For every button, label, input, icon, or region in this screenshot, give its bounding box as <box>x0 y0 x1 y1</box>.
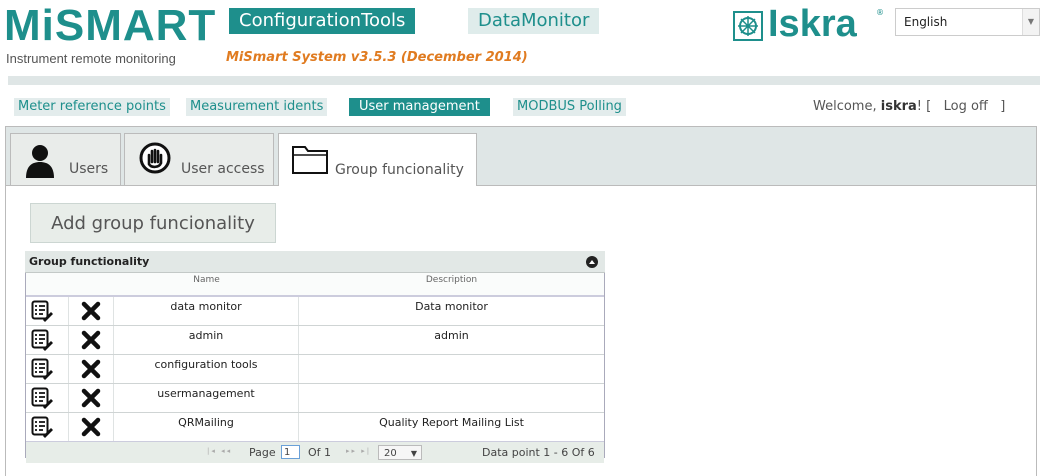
edit-list-icon[interactable] <box>31 387 53 409</box>
registered-mark: ® <box>876 8 884 17</box>
delete-x-icon[interactable] <box>81 388 101 408</box>
grid-title: Group functionality <box>25 251 605 273</box>
pager-page-size-select[interactable]: 20 ▼ <box>378 445 422 460</box>
language-select[interactable]: English ▼ <box>895 8 1040 36</box>
pager-first-prev-icon[interactable]: |◂ ◂◂ <box>207 447 232 455</box>
nav-meter-reference-points[interactable]: Meter reference points <box>14 98 170 116</box>
edit-cell <box>26 355 69 383</box>
edit-cell <box>26 413 69 441</box>
folder-icon <box>292 146 328 174</box>
user-icon <box>26 145 54 178</box>
version-text: MiSmart System v3.5.3 (December 2014) <box>226 50 528 65</box>
welcome-prefix: Welcome, <box>813 99 877 114</box>
name-cell: data monitor <box>114 297 299 325</box>
description-cell <box>299 355 604 383</box>
app-tab-configuration-tools[interactable]: ConfigurationTools <box>229 8 416 34</box>
app-tab-data-monitor[interactable]: DataMonitor <box>468 8 600 34</box>
description-cell <box>299 384 604 412</box>
delete-x-icon[interactable] <box>81 301 101 321</box>
delete-cell <box>69 355 114 383</box>
language-value: English <box>904 15 948 29</box>
tab-users-label: Users <box>69 161 109 177</box>
column-header-name[interactable]: Name <box>114 273 300 295</box>
edit-list-icon[interactable] <box>31 358 53 380</box>
chevron-down-icon[interactable]: ▼ <box>411 446 417 461</box>
name-cell: usermanagement <box>114 384 299 412</box>
welcome-username: iskra <box>880 99 917 114</box>
add-group-funcionality-button[interactable]: Add group funcionality <box>30 203 276 243</box>
nav-modbus-polling[interactable]: MODBUS Polling <box>513 98 626 116</box>
tab-group-funcionality-label: Group funcionality <box>335 162 464 178</box>
delete-x-icon[interactable] <box>81 330 101 350</box>
collapse-icon[interactable] <box>586 256 598 268</box>
header-delete-col <box>69 273 115 295</box>
tab-users[interactable]: Users <box>10 133 121 185</box>
welcome-suffix: ! [ <box>916 99 932 114</box>
welcome-text: Welcome, iskra! [ Log off ] <box>813 99 1005 114</box>
delete-cell <box>69 297 114 325</box>
table-row[interactable]: usermanagement <box>26 384 604 413</box>
description-cell: admin <box>434 329 469 342</box>
pager-of-label: Of 1 <box>308 446 332 459</box>
description-cell: Data monitor <box>415 300 488 313</box>
iskra-logo: Iskra <box>768 3 857 45</box>
edit-list-icon[interactable] <box>31 329 53 351</box>
edit-list-icon[interactable] <box>31 416 53 438</box>
delete-cell <box>69 384 114 412</box>
edit-list-icon[interactable] <box>31 300 53 322</box>
table-row[interactable]: QRMailing Quality Report Mailing List <box>26 413 604 442</box>
name-cell: admin <box>114 326 299 354</box>
hand-stop-icon <box>139 142 171 174</box>
table-row[interactable]: data monitor Data monitor <box>26 297 604 326</box>
iskra-emblem-icon <box>733 11 763 41</box>
logo-subtitle: Instrument remote monitoring <box>6 51 176 66</box>
name-cell: configuration tools <box>114 355 299 383</box>
delete-x-icon[interactable] <box>81 417 101 437</box>
edit-cell <box>26 297 69 325</box>
edit-cell <box>26 326 69 354</box>
tab-user-access-label: User access <box>181 161 265 177</box>
delete-x-icon[interactable] <box>81 359 101 379</box>
delete-cell <box>69 326 114 354</box>
pager-page-size-value: 20 <box>384 448 397 459</box>
nav-user-management[interactable]: User management <box>349 98 490 116</box>
table-row[interactable]: configuration tools <box>26 355 604 384</box>
delete-cell <box>69 413 114 441</box>
header-divider <box>8 76 1040 85</box>
tab-group-funcionality[interactable]: Group funcionality <box>278 133 477 186</box>
description-cell: Quality Report Mailing List <box>379 416 524 429</box>
edit-cell <box>26 384 69 412</box>
name-cell: QRMailing <box>114 413 299 441</box>
pager-page-label: Page <box>249 446 276 459</box>
column-header-description[interactable]: Description <box>299 273 604 295</box>
pager-info: Data point 1 - 6 Of 6 <box>482 446 595 459</box>
nav-measurement-idents[interactable]: Measurement idents <box>186 98 328 116</box>
grid-pager: |◂ ◂◂ Page 1 Of 1 ▸▸ ▸| 20 ▼ Data point … <box>26 441 604 463</box>
header-edit-col <box>26 273 70 295</box>
logoff-bracket: ] <box>1000 99 1006 114</box>
pager-page-input[interactable]: 1 <box>281 445 300 459</box>
mismart-logo: MiSMART <box>4 1 217 50</box>
table-row[interactable]: admin admin <box>26 326 604 355</box>
logoff-link[interactable]: Log off <box>944 99 988 114</box>
tab-user-access[interactable]: User access <box>124 133 274 185</box>
chevron-down-icon[interactable]: ▼ <box>1022 9 1039 35</box>
pager-next-last-icon[interactable]: ▸▸ ▸| <box>346 447 371 455</box>
